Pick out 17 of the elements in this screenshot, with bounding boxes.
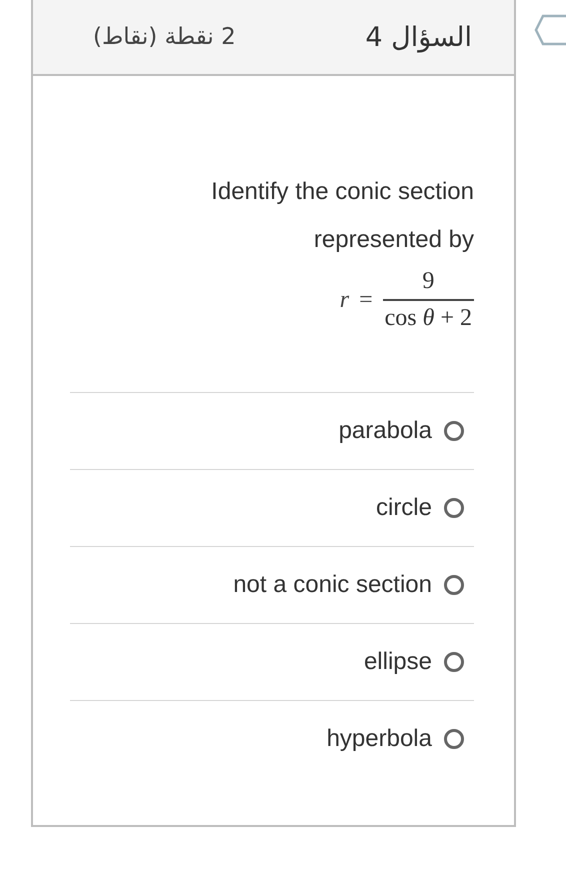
radio-button[interactable] xyxy=(444,498,464,518)
question-text: Identify the conic section represented by xyxy=(210,177,474,255)
option-label[interactable]: ellipse xyxy=(364,648,432,676)
option-label[interactable]: parabola xyxy=(338,417,432,445)
radio-button[interactable] xyxy=(444,575,464,595)
radio-button[interactable] xyxy=(444,729,464,749)
question-points: 2 نقطة (نقاط) xyxy=(93,24,236,50)
question-number: السؤال 4 xyxy=(365,22,472,52)
option-label[interactable]: circle xyxy=(376,494,432,522)
option-label[interactable]: not a conic section xyxy=(233,571,432,599)
formula-equals: = xyxy=(359,286,373,314)
formula-denominator: cos θ + 2 xyxy=(382,299,474,332)
formula-numerator: 9 xyxy=(421,268,436,296)
formula-variable: r xyxy=(340,286,350,314)
option-label[interactable]: hyperbola xyxy=(326,725,432,753)
radio-button[interactable] xyxy=(444,652,464,672)
radio-button[interactable] xyxy=(444,421,464,441)
